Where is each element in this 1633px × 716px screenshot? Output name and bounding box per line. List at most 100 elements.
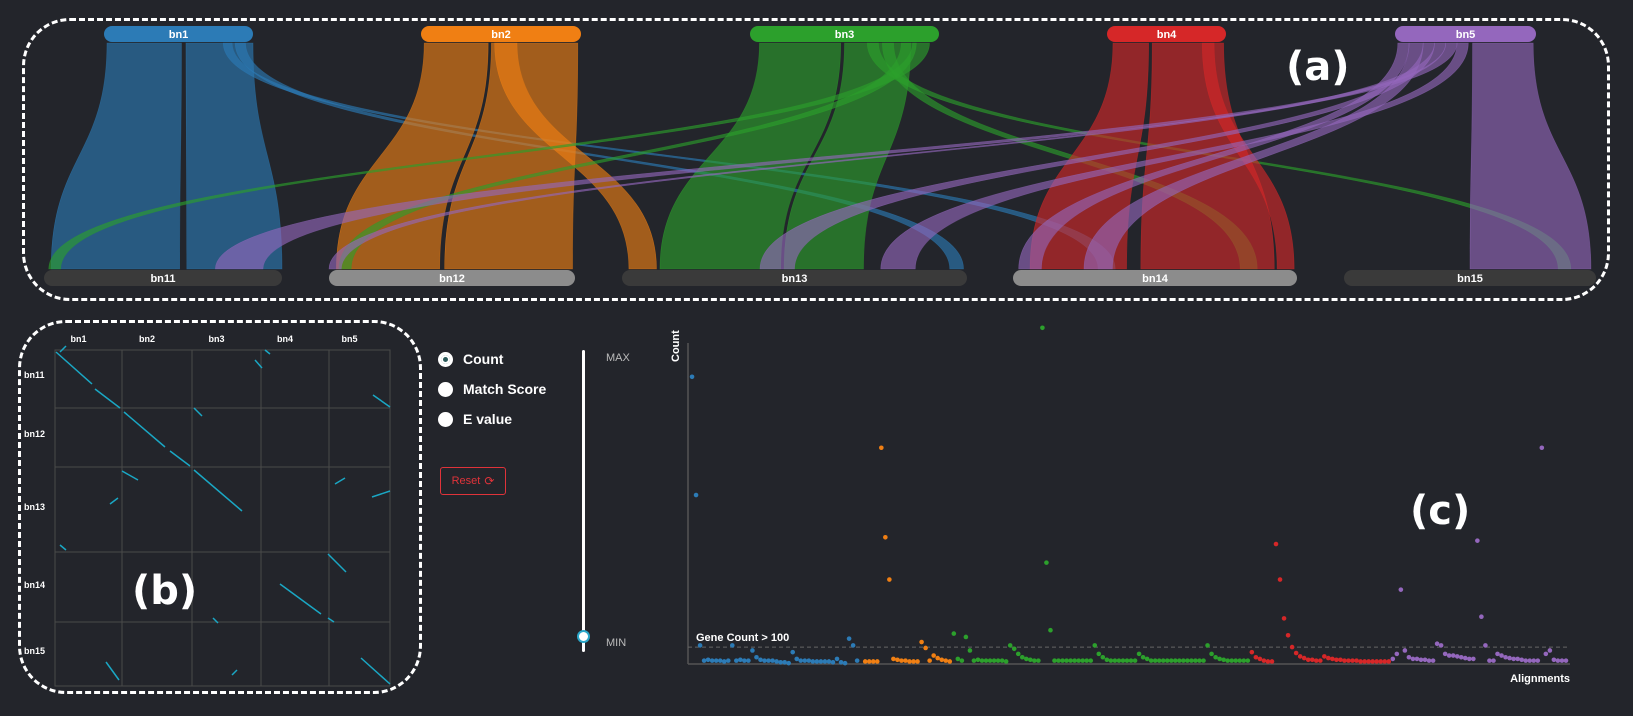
slider-max-label: MAX: [606, 352, 630, 364]
radio-match-score[interactable]: Match Score: [438, 374, 546, 404]
data-point: [1277, 577, 1283, 582]
data-point: [1173, 658, 1178, 663]
data-point: [1245, 658, 1251, 663]
reset-button[interactable]: Reset ⟳: [440, 467, 506, 495]
data-point: [1152, 658, 1158, 663]
data-point: [1362, 659, 1367, 664]
data-point: [879, 445, 884, 451]
dotplot-alignment: [193, 469, 243, 512]
data-point: [1543, 651, 1549, 657]
data-point: [1426, 658, 1432, 663]
data-point: [1467, 656, 1472, 662]
data-point: [1261, 658, 1267, 663]
data-point: [1217, 656, 1222, 662]
data-point: [1088, 658, 1094, 663]
data-point: [1471, 656, 1476, 662]
data-point: [1068, 658, 1073, 663]
data-point: [826, 659, 832, 664]
data-point: [931, 653, 936, 658]
data-point: [693, 492, 699, 498]
bottom-chromosome-label: bn12: [439, 273, 465, 285]
data-point: [1052, 658, 1057, 663]
data-point: [1181, 658, 1186, 663]
bottom-chromosome-label: bn14: [1142, 273, 1169, 285]
data-point: [1358, 659, 1363, 664]
data-point: [1422, 657, 1428, 663]
data-point: [955, 656, 961, 662]
data-point: [790, 649, 796, 655]
data-point: [891, 656, 896, 662]
data-point: [1350, 658, 1355, 663]
data-point: [1354, 658, 1359, 663]
data-point: [1257, 656, 1263, 662]
data-point: [798, 658, 804, 663]
threshold-slider-handle[interactable]: [577, 630, 590, 643]
data-point: [911, 659, 916, 664]
data-point: [1064, 658, 1069, 663]
data-point: [1406, 654, 1412, 660]
data-point: [1503, 654, 1508, 660]
radio-e-value[interactable]: E value: [438, 404, 546, 434]
data-point: [967, 648, 973, 653]
visualization-canvas: bn1 bn2 bn3 bn4 bn5bn11 bn12 bn13 bn14 bn15 bn1 b…: [24, 26, 1596, 687]
data-point: [1253, 654, 1259, 660]
data-point: [1011, 646, 1017, 652]
data-point: [1072, 658, 1077, 663]
data-point: [1483, 643, 1488, 648]
data-point: [697, 643, 703, 648]
data-point: [1160, 658, 1166, 663]
data-point: [1096, 651, 1102, 657]
data-point: [899, 658, 904, 663]
data-point: [1394, 651, 1400, 657]
data-point: [1197, 658, 1202, 663]
radio-button[interactable]: [438, 381, 453, 397]
radio-count[interactable]: Count: [438, 344, 546, 374]
dotplot-alignment: [372, 394, 391, 408]
data-point: [834, 656, 840, 662]
threshold-slider-track[interactable]: [582, 350, 585, 652]
data-point: [1281, 616, 1287, 621]
data-point: [1080, 658, 1085, 663]
data-point: [1559, 658, 1565, 663]
dotplot-column-label: bn2: [139, 334, 155, 344]
data-point: [1547, 648, 1553, 653]
radio-button[interactable]: [438, 411, 453, 427]
data-point: [939, 657, 945, 663]
top-chromosome-label: bn4: [1157, 29, 1177, 41]
data-point: [1293, 650, 1299, 656]
data-point: [814, 659, 820, 664]
data-point: [1112, 658, 1118, 663]
data-point: [782, 660, 787, 665]
data-point: [870, 659, 876, 664]
bottom-chromosome-label: bn13: [782, 273, 808, 285]
data-point: [1318, 658, 1323, 663]
data-point: [730, 643, 735, 648]
data-point: [1140, 654, 1146, 660]
data-point: [1382, 659, 1388, 664]
data-point: [1044, 560, 1049, 565]
data-point: [1305, 657, 1311, 663]
data-point: [830, 660, 836, 665]
data-point: [1475, 538, 1480, 543]
dotplot-row-label: bn14: [24, 580, 45, 590]
data-point: [1185, 658, 1190, 663]
data-point: [991, 658, 997, 663]
data-point: [1450, 653, 1456, 658]
synteny-ribbons: [48, 42, 1592, 270]
data-point: [1330, 656, 1335, 662]
data-point: [1120, 658, 1126, 663]
data-point: [1241, 658, 1247, 663]
radio-label-e-value: E value: [463, 411, 513, 427]
data-point: [746, 658, 751, 663]
data-point: [1301, 655, 1307, 661]
data-point: [1531, 658, 1537, 663]
reset-label: Reset: [451, 475, 481, 487]
data-point: [725, 658, 731, 663]
data-point: [923, 645, 928, 651]
radio-button[interactable]: [438, 351, 453, 367]
data-point: [975, 657, 981, 663]
data-point: [1048, 627, 1053, 633]
data-point: [1495, 651, 1500, 657]
data-point: [1205, 643, 1210, 648]
data-point: [1032, 658, 1037, 663]
